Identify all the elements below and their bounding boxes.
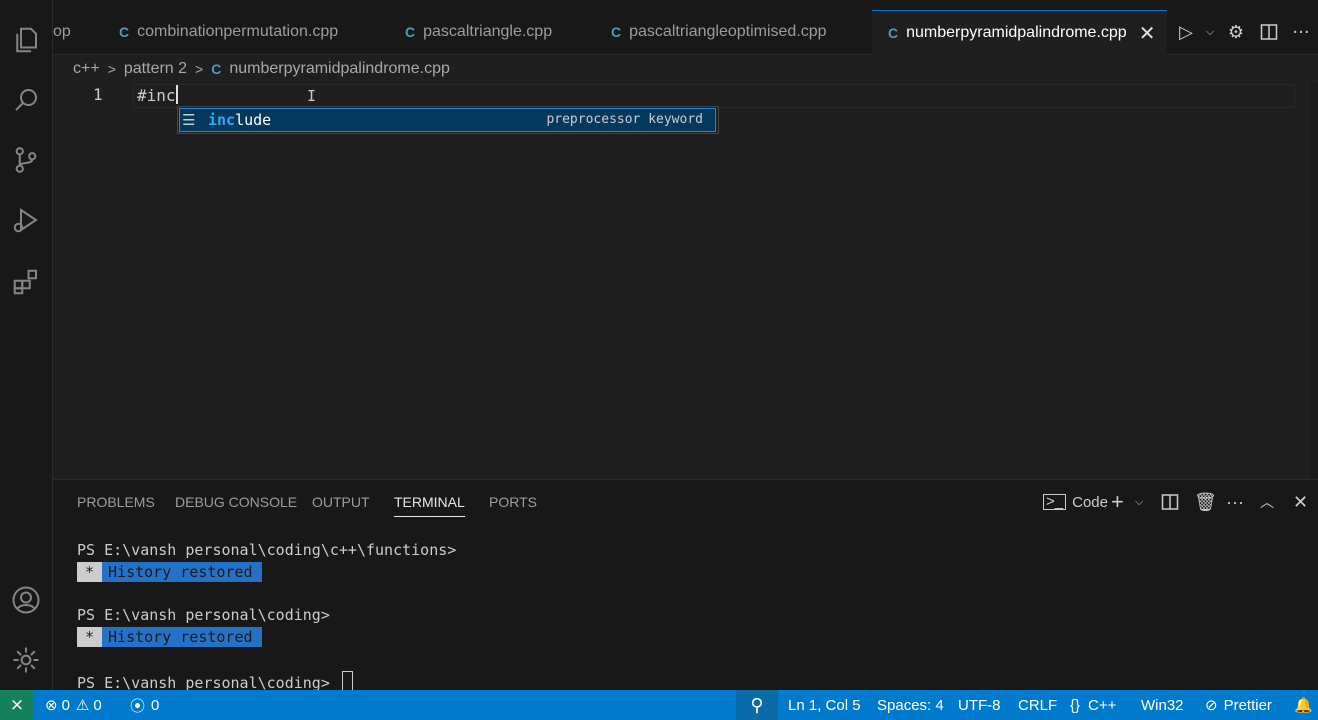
line-number: 1: [93, 85, 103, 104]
terminal-selector[interactable]: >_ Code: [1043, 490, 1108, 514]
terminal-line: PS E:\vansh personal\coding\c++\function…: [77, 541, 457, 559]
tab-pascaltriangleoptimised[interactable]: C pascaltriangleoptimised.cpp: [611, 10, 827, 54]
tab-debug-console[interactable]: DEBUG CONSOLE: [175, 494, 297, 516]
chevron-right-icon: >: [107, 61, 116, 77]
search-icon[interactable]: [0, 76, 52, 124]
editor-tab-bar: op C combinationpermutation.cpp C pascal…: [53, 0, 1318, 55]
run-icon[interactable]: ▷: [1173, 18, 1199, 46]
close-icon[interactable]: ✕: [1139, 21, 1156, 46]
tab-numberpyramidpalindrome[interactable]: C numberpyramidpalindrome.cpp ✕: [872, 10, 1168, 55]
settings-gear-icon[interactable]: ⚙: [1223, 18, 1249, 46]
terminal-name: Code: [1072, 493, 1108, 511]
split-editor-icon[interactable]: [1256, 18, 1282, 46]
account-icon[interactable]: [0, 576, 52, 624]
chevron-down-icon[interactable]: ⌵: [1135, 490, 1143, 514]
ports-count: 0: [151, 696, 160, 714]
activity-bar: [0, 0, 53, 690]
chevron-right-icon: >: [195, 61, 204, 77]
remote-icon[interactable]: ⨯: [0, 690, 34, 720]
terminal-line: PS E:\vansh personal\coding>: [77, 606, 330, 624]
bottom-panel: PROBLEMS DEBUG CONSOLE OUTPUT TERMINAL P…: [53, 479, 1318, 692]
terminal-prompt[interactable]: PS E:\vansh personal\coding>: [77, 671, 353, 692]
cpp-file-icon: C: [405, 24, 416, 40]
cpp-file-icon: C: [611, 24, 622, 40]
suggestion-item[interactable]: ☰ include preprocessor keyword: [179, 108, 716, 132]
tab-truncated[interactable]: op: [53, 10, 71, 54]
new-terminal-icon[interactable]: +: [1111, 489, 1124, 514]
broadcast-icon: ⦿: [130, 697, 146, 715]
tab-problems[interactable]: PROBLEMS: [77, 494, 155, 516]
terminal-icon: >_: [1043, 494, 1067, 510]
breadcrumb-item[interactable]: c++: [73, 60, 100, 78]
problems-status[interactable]: ⊗ 0 ⚠ 0: [45, 690, 102, 720]
history-star: *: [77, 562, 103, 582]
tab-pascaltriangle[interactable]: C pascaltriangle.cpp: [405, 10, 552, 54]
end-of-line[interactable]: CRLF: [1018, 690, 1057, 720]
error-icon: ⊗: [45, 697, 58, 714]
code-line[interactable]: #inc: [137, 85, 178, 105]
platform[interactable]: Win32: [1141, 690, 1184, 720]
trash-icon[interactable]: 🗑: [1194, 490, 1217, 514]
zoom-icon[interactable]: ⚲: [736, 690, 778, 720]
notifications-bell-icon[interactable]: 🔔: [1294, 690, 1313, 720]
chevron-down-icon[interactable]: ⌵: [1197, 18, 1223, 46]
text-cursor: [175, 85, 178, 104]
tab-terminal[interactable]: TERMINAL: [394, 494, 465, 517]
suggestion-match: inc: [208, 111, 236, 129]
tab-label: numberpyramidpalindrome.cpp: [906, 24, 1127, 41]
history-star: *: [77, 627, 103, 647]
cpp-file-icon: C: [119, 24, 130, 40]
ports-status[interactable]: ⦿ 0: [130, 690, 159, 720]
warning-count: 0: [93, 696, 102, 714]
run-debug-icon[interactable]: [0, 196, 52, 244]
ibeam-cursor-icon: I: [307, 87, 317, 105]
breadcrumb-item[interactable]: numberpyramidpalindrome.cpp: [229, 60, 450, 78]
suggestion-rest: lude: [235, 111, 272, 129]
split-terminal-icon[interactable]: [1161, 490, 1179, 514]
breadcrumb-item[interactable]: pattern 2: [124, 60, 187, 78]
braces-icon: {}: [1070, 696, 1081, 714]
close-panel-icon[interactable]: ✕: [1293, 490, 1308, 514]
warning-icon: ⚠: [75, 697, 90, 714]
breadcrumb: c++ > pattern 2 > C numberpyramidpalindr…: [73, 58, 450, 80]
more-actions-icon[interactable]: ···: [1226, 490, 1244, 514]
prettier-status[interactable]: ⊘ Prettier: [1205, 690, 1272, 720]
suggestion-label: include: [208, 111, 271, 129]
history-restored-badge: * History restored: [77, 627, 262, 647]
history-message: History restored: [102, 627, 262, 647]
tab-label: op: [53, 23, 71, 40]
tab-ports[interactable]: PORTS: [489, 494, 537, 516]
history-restored-badge: * History restored: [77, 562, 262, 582]
cursor-position[interactable]: Ln 1, Col 5: [788, 690, 861, 720]
extensions-icon[interactable]: [0, 258, 52, 306]
tab-label: combinationpermutation.cpp: [137, 23, 339, 40]
code-editor[interactable]: 1 #inc I: [53, 82, 1318, 478]
no-entry-icon: ⊘: [1205, 697, 1218, 714]
language-label: C++: [1088, 696, 1117, 714]
editor-scrollbar[interactable]: [1310, 82, 1318, 478]
explorer-icon[interactable]: [0, 16, 52, 64]
error-count: 0: [61, 696, 70, 714]
manage-gear-icon[interactable]: [0, 636, 52, 684]
code-text: #inc: [137, 86, 176, 105]
tab-label: pascaltriangle.cpp: [423, 23, 553, 40]
cpp-file-icon: C: [888, 25, 899, 41]
suggestion-detail: preprocessor keyword: [546, 112, 703, 127]
status-bar: ⨯ ⊗ 0 ⚠ 0 ⦿ 0 ⚲ Ln 1, Col 5 Spaces: 4 UT…: [0, 690, 1318, 720]
more-actions-icon[interactable]: ···: [1288, 18, 1314, 46]
terminal-cursor: [341, 671, 353, 692]
tab-label: pascaltriangleoptimised.cpp: [629, 23, 827, 40]
cpp-file-icon: C: [211, 61, 222, 77]
suggest-widget: ☰ include preprocessor keyword: [177, 106, 719, 134]
tab-combinationpermutation[interactable]: C combinationpermutation.cpp: [119, 10, 338, 54]
maximize-panel-icon[interactable]: ︿: [1260, 490, 1274, 514]
source-control-icon[interactable]: [0, 136, 52, 184]
keyword-icon: ☰: [182, 111, 196, 129]
prettier-label: Prettier: [1223, 696, 1272, 714]
indentation[interactable]: Spaces: 4: [877, 690, 944, 720]
history-message: History restored: [102, 562, 262, 582]
tab-output[interactable]: OUTPUT: [312, 494, 370, 516]
language-mode[interactable]: {} C++: [1070, 690, 1116, 720]
encoding[interactable]: UTF-8: [958, 690, 1001, 720]
